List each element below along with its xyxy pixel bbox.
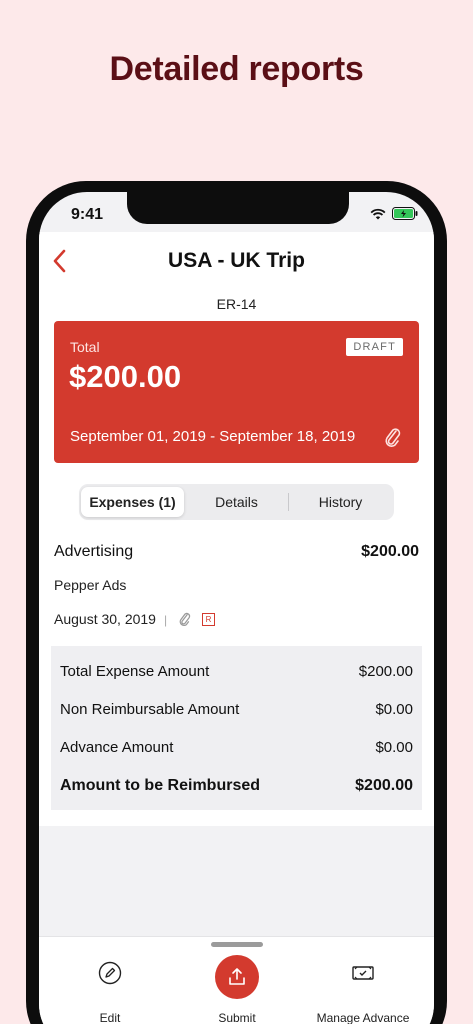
total-label: Total	[70, 339, 100, 355]
expense-category: Advertising	[54, 543, 134, 560]
expense-separator: |	[164, 613, 168, 627]
pencil-icon	[98, 961, 122, 985]
phone-notch	[127, 192, 349, 224]
report-content: ER-14 Total $200.00 DRAFT September 01, …	[39, 286, 434, 826]
manage-advance-label: Manage Advance	[316, 1011, 410, 1024]
date-range: September 01, 2019 - September 18, 2019	[70, 428, 356, 445]
submit-label: Submit	[218, 1011, 256, 1024]
nav-bar: USA - UK Trip	[39, 232, 434, 286]
expense-amount: $200.00	[361, 543, 419, 560]
manage-advance-button[interactable]: Manage Advance	[303, 937, 423, 1024]
status-time: 9:41	[71, 206, 104, 223]
summary-label: Non Reimbursable Amount	[60, 701, 240, 718]
summary-value: $200.00	[358, 663, 413, 680]
expense-date: August 30, 2019	[54, 611, 156, 627]
tab-expenses[interactable]: Expenses (1)	[81, 487, 184, 517]
status-icons	[370, 207, 418, 220]
summary-value: $0.00	[375, 739, 413, 756]
submit-button[interactable]: Submit	[177, 937, 297, 1024]
app-screen: 9:41 USA - UK Trip ER-14 Total $200.00 D…	[39, 192, 434, 1024]
edit-label: Edit	[99, 1011, 121, 1024]
summary-label: Total Expense Amount	[60, 663, 210, 680]
page-headline: Detailed reports	[109, 50, 364, 88]
drag-handle[interactable]	[211, 942, 263, 947]
bottom-action-bar: Edit Submit Manage Advance	[39, 936, 434, 1024]
edit-button[interactable]: Edit	[50, 937, 170, 1024]
report-summary-card: Total $200.00 DRAFT September 01, 2019 -…	[54, 321, 419, 463]
battery-icon	[392, 207, 418, 220]
expense-list-item[interactable]: Advertising $200.00 Pepper Ads August 30…	[54, 543, 419, 643]
tab-details[interactable]: Details	[185, 487, 288, 517]
summary-label: Amount to be Reimbursed	[60, 777, 261, 794]
total-amount: $200.00	[69, 359, 182, 394]
receipt-badge: R	[202, 613, 215, 626]
summary-value: $0.00	[375, 701, 413, 718]
attachment-icon	[178, 611, 192, 632]
submit-fab[interactable]	[215, 955, 259, 999]
amount-summary: Total Expense Amount $200.00 Non Reimbur…	[51, 646, 422, 810]
upload-icon	[229, 968, 245, 985]
attachment-button[interactable]	[383, 426, 403, 453]
report-id: ER-14	[216, 296, 257, 312]
paperclip-icon	[179, 612, 191, 627]
wifi-icon	[370, 208, 386, 219]
summary-value: $200.00	[355, 777, 413, 794]
expense-merchant: Pepper Ads	[54, 577, 127, 593]
paperclip-icon	[385, 428, 401, 447]
tab-history[interactable]: History	[289, 487, 392, 517]
summary-label: Advance Amount	[60, 739, 174, 756]
segmented-tabs: Expenses (1) Details History	[79, 484, 394, 520]
status-badge: DRAFT	[346, 338, 403, 356]
page-title: USA - UK Trip	[168, 249, 305, 272]
cash-icon	[352, 966, 374, 980]
